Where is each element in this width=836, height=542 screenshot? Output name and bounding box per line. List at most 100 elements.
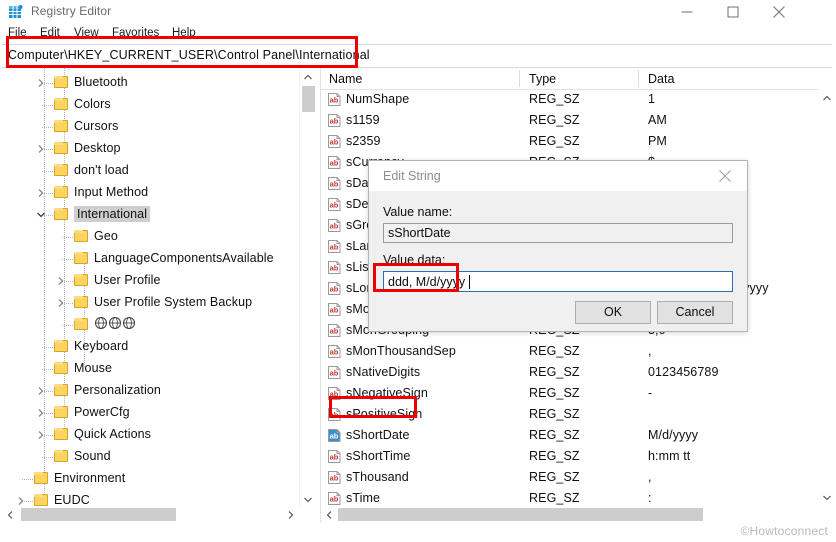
chevron-right-icon[interactable] <box>56 297 66 307</box>
chevron-right-icon[interactable] <box>36 429 46 439</box>
tree-item-user-profile[interactable]: User Profile <box>2 270 300 292</box>
tree-item-powercfg[interactable]: PowerCfg <box>2 402 300 424</box>
folder-icon <box>54 450 68 462</box>
chevron-right-icon[interactable] <box>36 77 46 87</box>
tree-item-personalization[interactable]: Personalization <box>2 380 300 402</box>
table-row[interactable]: ab s2359 REG_SZ PM <box>321 131 819 152</box>
string-value-icon: ab <box>327 155 342 170</box>
value-name-field[interactable]: sShortDate <box>383 223 733 243</box>
menu-item-view[interactable]: View <box>72 25 101 42</box>
string-value-icon: ab <box>327 197 342 212</box>
table-row[interactable]: ab sMonThousandSep REG_SZ, <box>321 341 819 362</box>
maximize-button[interactable] <box>710 0 756 24</box>
menu-item-favorites[interactable]: Favorites <box>110 25 161 42</box>
svg-text:ab: ab <box>330 348 339 357</box>
value-type-cell: REG_SZ <box>529 113 580 127</box>
tree-hscroll-thumb[interactable] <box>21 508 176 521</box>
tree-item-cursors[interactable]: Cursors <box>2 116 300 138</box>
ok-button[interactable]: OK <box>575 301 651 324</box>
tree-item-sound[interactable]: Sound <box>2 446 300 468</box>
chevron-right-icon[interactable] <box>56 275 66 285</box>
chevron-right-icon[interactable] <box>16 495 26 505</box>
registry-tree[interactable]: Bluetooth Colors Cursors Desktop don't load I… <box>2 68 300 508</box>
tree-item-don-t-load[interactable]: don't load <box>2 160 300 182</box>
address-bar[interactable]: Computer\HKEY_CURRENT_USER\Control Panel… <box>2 44 832 68</box>
minimize-button[interactable] <box>664 0 710 24</box>
list-scroll-down-button[interactable] <box>819 489 835 506</box>
column-header-data[interactable]: Data <box>648 72 674 86</box>
tree-scroll-thumb[interactable] <box>302 86 315 112</box>
table-row[interactable]: ab sShortDate REG_SZ M/d/yyyy <box>321 425 819 446</box>
chevron-down-icon[interactable] <box>36 209 46 219</box>
svg-text:ab: ab <box>330 138 339 147</box>
menu-item-file[interactable]: File <box>6 25 29 42</box>
tree-scroll-left-button[interactable] <box>2 506 18 523</box>
menu-item-help[interactable]: Help <box>170 25 198 42</box>
column-divider[interactable] <box>519 70 520 87</box>
value-type-cell: REG_SZ <box>529 407 580 421</box>
close-icon <box>719 170 731 182</box>
tree-item-bluetooth[interactable]: Bluetooth <box>2 72 300 94</box>
tree-item-quick-actions[interactable]: Quick Actions <box>2 424 300 446</box>
tree-item-international[interactable]: International <box>2 204 300 226</box>
cancel-button[interactable]: Cancel <box>657 301 733 324</box>
chevron-right-icon[interactable] <box>36 187 46 197</box>
list-scroll-left-button[interactable] <box>321 506 337 523</box>
column-header-name[interactable]: Name <box>329 72 362 86</box>
table-row[interactable]: ab sNativeDigits REG_SZ 0123456789 <box>321 362 819 383</box>
value-name-cell: sNegativeSign <box>346 386 428 400</box>
watermark-text: ©Howtoconnect <box>740 524 828 538</box>
close-button[interactable] <box>756 0 802 24</box>
tree-item-colors[interactable]: Colors <box>2 94 300 116</box>
tree-item-user-profile-system-backup[interactable]: User Profile System Backup <box>2 292 300 314</box>
tree-scroll-right-button[interactable] <box>283 506 299 523</box>
value-name-cell: sTime <box>346 491 381 505</box>
tree-item-label: Personalization <box>74 383 161 397</box>
tree-item-desktop[interactable]: Desktop <box>2 138 300 160</box>
chevron-right-icon[interactable] <box>36 143 46 153</box>
tree-item-label: LanguageComponentsAvailable <box>94 251 274 265</box>
svg-text:ab: ab <box>330 390 339 399</box>
value-type-cell: REG_SZ <box>529 470 580 484</box>
value-data-input[interactable]: ddd, M/d/yyyy <box>383 271 733 292</box>
value-data-cell: - <box>648 386 653 400</box>
list-vertical-scrollbar[interactable] <box>819 89 835 506</box>
registry-tree-pane: Bluetooth Colors Cursors Desktop don't load I… <box>2 68 316 523</box>
tree-item-languagecomponentsavailable[interactable]: LanguageComponentsAvailable <box>2 248 300 270</box>
table-row[interactable]: ab sPositiveSign REG_SZ <box>321 404 819 425</box>
tree-connector <box>62 259 73 260</box>
tree-item-keyboard[interactable]: Keyboard <box>2 336 300 358</box>
tree-item-label: Mouse <box>74 361 113 375</box>
tree-horizontal-scrollbar[interactable] <box>2 506 316 523</box>
list-horizontal-scrollbar[interactable] <box>321 506 835 523</box>
string-value-icon: ab <box>327 176 342 191</box>
list-hscroll-thumb[interactable] <box>338 508 703 521</box>
tree-item-input-method[interactable]: Input Method <box>2 182 300 204</box>
value-type-cell: REG_SZ <box>529 428 580 442</box>
tree-scroll-up-button[interactable] <box>300 68 316 85</box>
tree-item-label: Sound <box>74 449 111 463</box>
value-data-cell: , <box>648 344 652 358</box>
tree-item-0-0-0[interactable] <box>2 314 300 336</box>
list-scroll-up-button[interactable] <box>819 89 835 106</box>
tree-vertical-scrollbar[interactable] <box>299 68 316 508</box>
table-row[interactable]: ab s1159 REG_SZ AM <box>321 110 819 131</box>
tree-item-label: Colors <box>74 97 111 111</box>
table-row[interactable]: ab NumShape REG_SZ 1 <box>321 89 819 110</box>
menu-item-edit[interactable]: Edit <box>38 25 62 42</box>
table-row[interactable]: ab sThousand REG_SZ, <box>321 467 819 488</box>
column-header-type[interactable]: Type <box>529 72 556 86</box>
dialog-close-button[interactable] <box>703 161 747 191</box>
table-row[interactable]: ab sShortTime REG_SZ h:mm tt <box>321 446 819 467</box>
tree-item-mouse[interactable]: Mouse <box>2 358 300 380</box>
tree-item-geo[interactable]: Geo <box>2 226 300 248</box>
chevron-right-icon[interactable] <box>36 407 46 417</box>
tree-item-environment[interactable]: Environment <box>2 468 300 490</box>
column-divider[interactable] <box>638 70 639 87</box>
tree-item-label: Bluetooth <box>74 75 128 89</box>
table-row[interactable]: ab sTime REG_SZ: <box>321 488 819 506</box>
svg-text:ab: ab <box>330 159 339 168</box>
value-name-cell: sNativeDigits <box>346 365 421 379</box>
table-row[interactable]: ab sNegativeSign REG_SZ - <box>321 383 819 404</box>
chevron-right-icon[interactable] <box>36 385 46 395</box>
